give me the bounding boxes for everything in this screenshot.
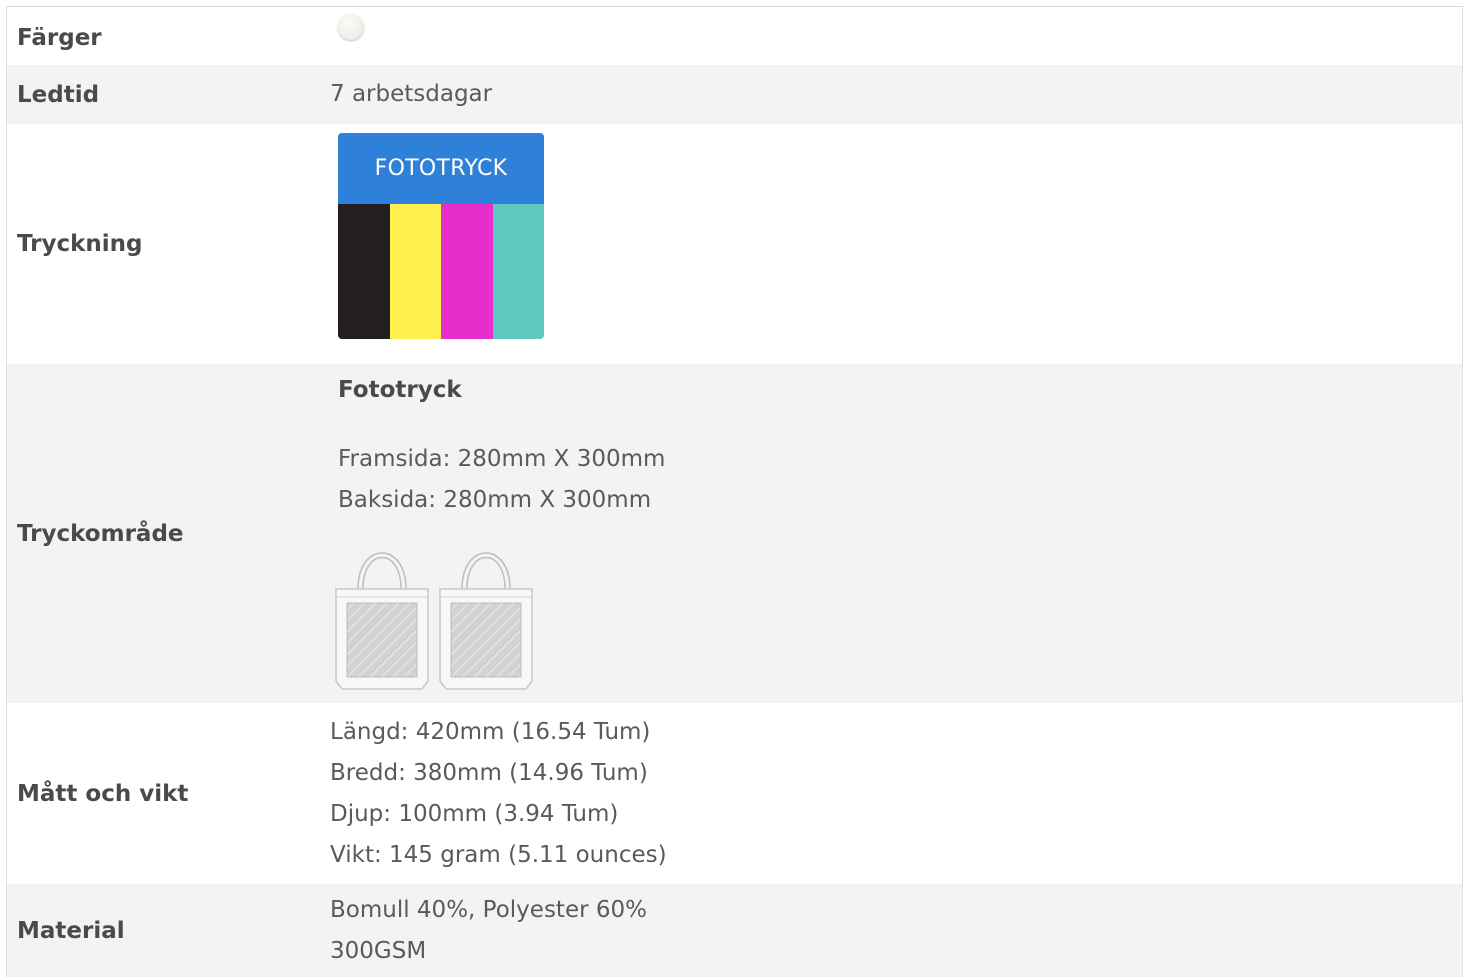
spec-row-printing: Tryckning FOTOTRYCK	[7, 124, 1462, 364]
cmyk-bar-cyan	[492, 204, 544, 339]
leadtime-value: 7 arbetsdagar	[330, 81, 493, 107]
cmyk-bar-magenta	[441, 204, 493, 339]
spec-row-material: Material Bomull 40%, Polyester 60% 300GS…	[7, 884, 1462, 977]
tote-bag-front-icon	[334, 531, 430, 691]
spec-value: Bomull 40%, Polyester 60% 300GSM	[330, 890, 1462, 972]
spec-label: Tryckområde	[17, 520, 184, 547]
spec-label: Material	[17, 917, 125, 944]
spec-row-print-area: Tryckområde Fototryck Framsida: 280mm X …	[7, 364, 1462, 703]
spec-row-leadtime: Ledtid 7 arbetsdagar	[7, 65, 1462, 124]
dimension-length: Längd: 420mm (16.54 Tum)	[330, 718, 651, 745]
product-spec-table: Färger Ledtid 7 arbetsdagar Tryckning FO…	[6, 6, 1463, 977]
dimension-depth: Djup: 100mm (3.94 Tum)	[330, 800, 619, 827]
print-area-method: Fototryck	[338, 377, 462, 403]
print-area-block: Fototryck Framsida: 280mm X 300mm Baksid…	[335, 370, 1462, 691]
spec-label: Tryckning	[17, 231, 143, 257]
spec-value	[330, 14, 1462, 40]
dimension-weight: Vikt: 145 gram (5.11 ounces)	[330, 841, 667, 868]
spec-label: Färger	[17, 25, 102, 51]
print-area-back: Baksida: 280mm X 300mm	[338, 487, 652, 513]
print-area-illustrations	[334, 531, 1462, 691]
cmyk-bar-yellow	[389, 204, 441, 339]
tote-bag-back-icon	[438, 531, 534, 691]
spec-value: Längd: 420mm (16.54 Tum) Bredd: 380mm (1…	[330, 712, 1462, 876]
spec-value: FOTOTRYCK	[330, 133, 1462, 339]
dimension-width: Bredd: 380mm (14.96 Tum)	[330, 759, 648, 786]
spec-row-colors: Färger	[7, 7, 1462, 65]
cmyk-bar-black	[338, 204, 390, 339]
spec-label: Ledtid	[17, 81, 100, 108]
material-weight: 300GSM	[330, 937, 427, 964]
spec-label: Mått och vikt	[17, 780, 189, 807]
print-method-title: FOTOTRYCK	[338, 133, 544, 204]
color-swatch-natural[interactable]	[338, 14, 364, 40]
spec-value: Fototryck Framsida: 280mm X 300mm Baksid…	[330, 376, 1462, 691]
material-composition: Bomull 40%, Polyester 60%	[330, 896, 647, 923]
cmyk-color-bars	[338, 204, 544, 339]
print-area-front: Framsida: 280mm X 300mm	[338, 446, 666, 472]
print-method-card: FOTOTRYCK	[338, 133, 544, 339]
spec-row-dimensions: Mått och vikt Längd: 420mm (16.54 Tum) B…	[7, 703, 1462, 884]
